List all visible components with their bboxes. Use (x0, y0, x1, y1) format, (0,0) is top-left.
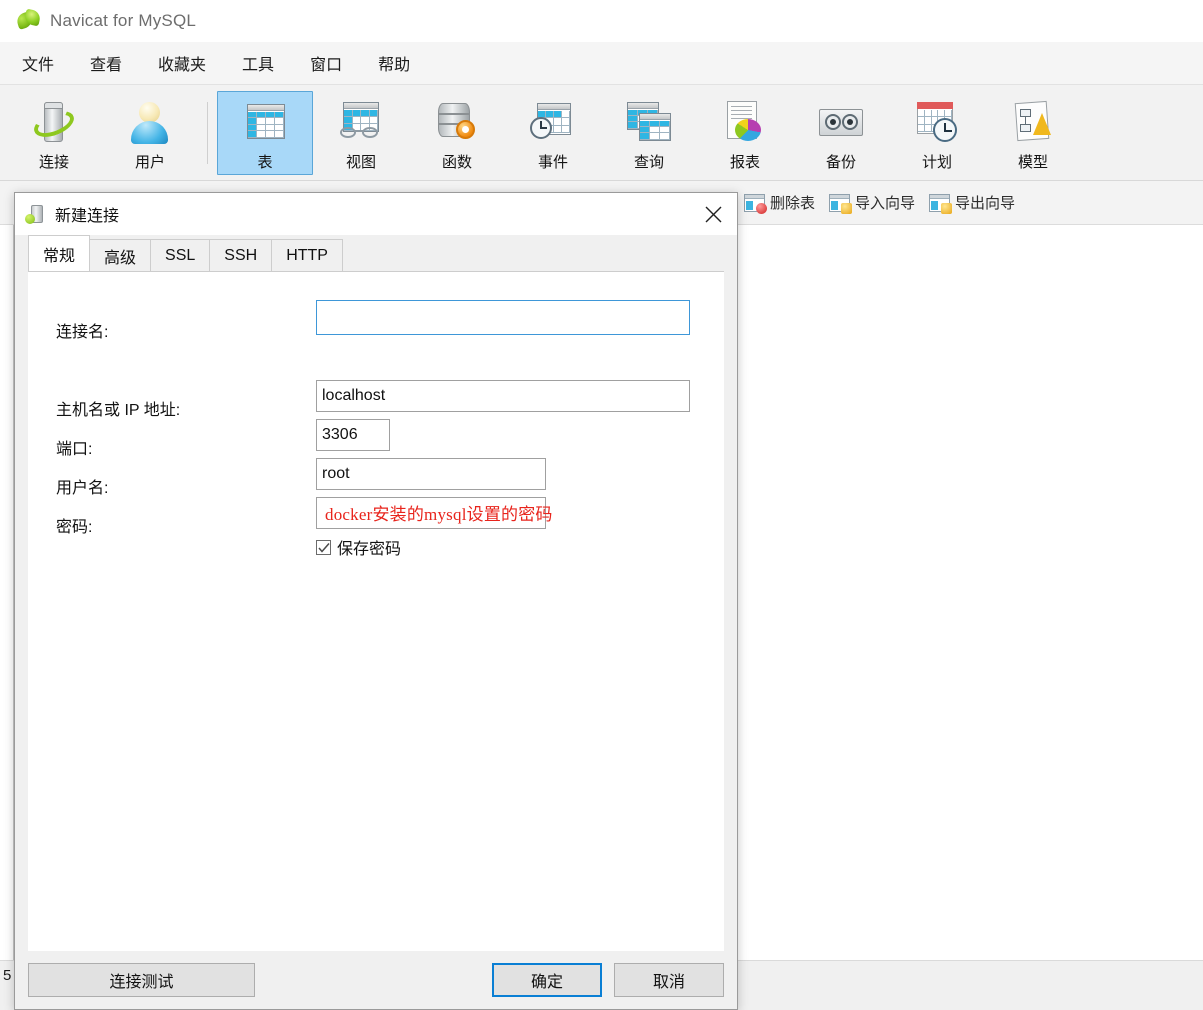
dialog-titlebar: 新建连接 (15, 193, 737, 235)
sub-toolbar-label: 导入向导 (855, 195, 916, 212)
main-toolbar: 连接 用户 表 视图 函数 事件 查询 报表 备份 计划 模型 (0, 85, 1203, 181)
toolbar-label: 备份 (825, 153, 856, 171)
event-icon (527, 99, 579, 147)
toolbar-button-connection[interactable]: 连接 (6, 91, 102, 175)
delete-table-icon (744, 193, 767, 214)
toolbar-label: 表 (257, 153, 273, 171)
tab-http[interactable]: HTTP (271, 239, 343, 271)
connection-icon (28, 99, 80, 147)
toolbar-label: 事件 (537, 153, 568, 171)
toolbar-label: 报表 (729, 153, 760, 171)
port-label: 端口: (56, 441, 93, 458)
toolbar-label: 函数 (441, 153, 472, 171)
toolbar-label: 连接 (38, 153, 69, 171)
tab-advanced[interactable]: 高级 (89, 239, 152, 271)
dialog-tabstrip: 常规 高级 SSL SSH HTTP (15, 235, 737, 271)
menu-tools[interactable]: 工具 (230, 47, 286, 79)
username-input[interactable] (316, 458, 546, 490)
toolbar-button-view[interactable]: 视图 (313, 91, 409, 175)
ok-button[interactable]: 确定 (492, 963, 602, 997)
password-annotation: docker安装的mysql设置的密码 (325, 505, 553, 524)
menubar: 文件 查看 收藏夹 工具 窗口 帮助 (0, 42, 1203, 85)
save-password-row[interactable]: 保存密码 (316, 535, 401, 559)
user-icon (124, 99, 176, 147)
backup-icon (815, 99, 867, 147)
connection-name-input[interactable] (316, 300, 690, 335)
toolbar-button-table[interactable]: 表 (217, 90, 313, 175)
save-password-checkbox[interactable] (316, 539, 331, 555)
import-wizard-icon (829, 193, 853, 214)
menu-view[interactable]: 查看 (78, 47, 134, 79)
toolbar-button-query[interactable]: 查询 (601, 91, 697, 175)
report-icon (719, 99, 771, 147)
export-wizard-icon (929, 193, 953, 214)
app-titlebar: Navicat for MySQL (0, 0, 1203, 42)
export-wizard-button[interactable]: 导出向导 (929, 192, 1016, 214)
toolbar-button-backup[interactable]: 备份 (793, 91, 889, 175)
sub-toolbar-label: 导出向导 (955, 195, 1016, 212)
view-icon (335, 99, 387, 147)
username-label: 用户名: (56, 480, 109, 497)
dialog-body: 连接名: 主机名或 IP 地址: 端口: 用户名: 密码: docker安装的m… (28, 271, 724, 951)
test-connection-button[interactable]: 连接测试 (28, 963, 255, 997)
connection-icon (25, 203, 47, 225)
close-icon[interactable] (689, 193, 737, 235)
password-label: 密码: (56, 519, 93, 536)
navicat-window: Navicat for MySQL 文件 查看 收藏夹 工具 窗口 帮助 连接 … (0, 0, 1203, 1010)
cancel-button[interactable]: 取消 (614, 963, 724, 997)
toolbar-button-schedule[interactable]: 计划 (889, 91, 985, 175)
app-title: Navicat for MySQL (50, 11, 197, 30)
dialog-title: 新建连接 (55, 208, 120, 225)
port-input[interactable] (316, 419, 390, 451)
tab-ssl[interactable]: SSL (150, 239, 211, 271)
toolbar-button-user[interactable]: 用户 (102, 91, 198, 175)
host-label: 主机名或 IP 地址: (56, 402, 181, 419)
toolbar-label: 用户 (134, 153, 165, 171)
connection-name-label: 连接名: (56, 324, 109, 341)
import-wizard-button[interactable]: 导入向导 (829, 192, 916, 214)
menu-file[interactable]: 文件 (10, 47, 66, 79)
toolbar-button-report[interactable]: 报表 (697, 91, 793, 175)
query-icon (623, 99, 675, 147)
menu-window[interactable]: 窗口 (298, 47, 354, 79)
tab-general[interactable]: 常规 (28, 235, 91, 271)
function-icon (431, 99, 483, 147)
toolbar-button-event[interactable]: 事件 (505, 91, 601, 175)
delete-table-button[interactable]: 删除表 (744, 192, 816, 214)
toolbar-button-model[interactable]: 模型 (985, 91, 1081, 175)
background-left-pane (0, 225, 14, 960)
new-connection-dialog: 新建连接 常规 高级 SSL SSH HTTP 连接名: 主机名或 IP 地址: (14, 192, 738, 1010)
toolbar-label: 视图 (345, 153, 376, 171)
save-password-label: 保存密码 (337, 541, 402, 558)
toolbar-label: 查询 (633, 153, 664, 171)
toolbar-separator (207, 101, 208, 164)
table-icon (239, 99, 291, 147)
toolbar-label: 计划 (921, 153, 952, 171)
status-bar-count: 5 (3, 967, 12, 984)
schedule-icon (911, 99, 963, 147)
dialog-footer: 连接测试 确定 取消 (15, 951, 737, 1009)
sub-toolbar-label: 删除表 (770, 195, 816, 212)
toolbar-button-function[interactable]: 函数 (409, 91, 505, 175)
toolbar-label: 模型 (1017, 153, 1048, 171)
model-icon (1007, 99, 1059, 147)
menu-favorites[interactable]: 收藏夹 (146, 47, 218, 79)
host-input[interactable] (316, 380, 690, 412)
tab-ssh[interactable]: SSH (209, 239, 273, 271)
menu-help[interactable]: 帮助 (366, 47, 422, 79)
navicat-leaf-logo-icon (15, 8, 42, 34)
